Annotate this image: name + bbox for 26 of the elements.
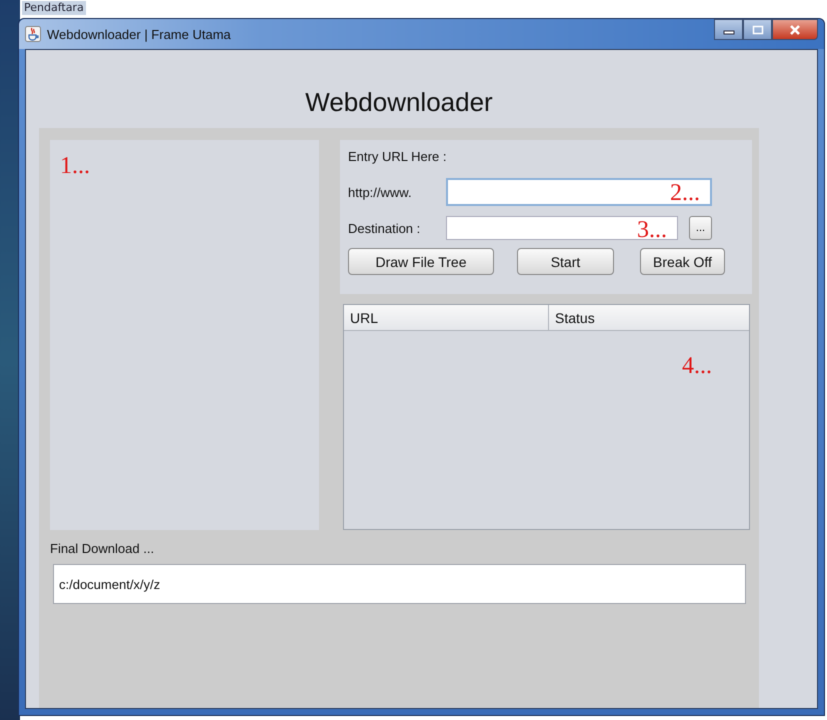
action-button[interactable]: Start [517,248,614,275]
input-field[interactable]: 2... [446,178,712,206]
annotation-number: 3... [637,217,667,243]
column-header[interactable]: Status [549,305,749,330]
field-label: http://www. [348,184,413,200]
entry-label: Entry URL Here : [348,149,448,166]
annotation-number: 2... [670,180,700,206]
close-button[interactable] [772,19,818,40]
annotation-number: 1... [60,153,90,179]
final-download-label: Final Download ... [50,541,156,556]
field-label: Destination : [348,220,422,236]
final-path-field[interactable]: c:/document/x/y/z [53,564,746,604]
input-field[interactable]: 3... [446,216,678,240]
app-heading: Webdownloader [305,86,493,118]
desktop-label: Pendaftara [22,1,86,15]
action-button[interactable]: Draw File Tree [348,248,494,275]
action-button[interactable]: Break Off [640,248,725,275]
annotation-number: 4... [682,353,712,379]
column-header[interactable]: URL [344,305,549,330]
maximize-button[interactable] [743,19,772,40]
minimize-button[interactable] [714,19,743,40]
browse-button[interactable]: ... [689,216,712,240]
cup-icon [25,26,41,42]
close-icon [788,24,802,36]
window-title: Webdownloader | Frame Utama [47,26,231,42]
maximize-icon [752,24,764,34]
